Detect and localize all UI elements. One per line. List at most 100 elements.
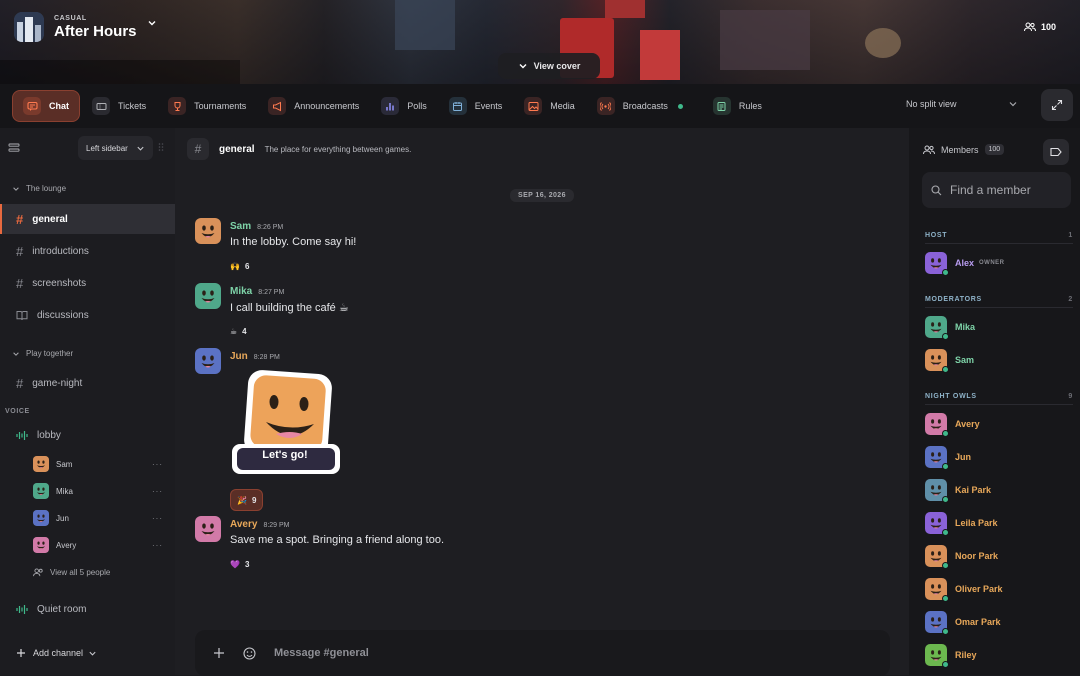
reaction-chip[interactable]: ☕ 4 [224,320,253,342]
drag-handle-icon[interactable] [158,142,164,152]
avatar[interactable] [195,218,221,244]
reaction-emoji: ☕ [230,326,238,336]
banner-sign [395,0,455,50]
channel-general[interactable]: # general [0,204,175,234]
member-tags-button[interactable] [1043,139,1069,165]
sidebar-layout-select[interactable]: Left sidebar [78,136,153,160]
hash-icon: # [16,375,24,391]
voice-user[interactable]: Jun ··· [33,508,163,528]
sticker-lets-go[interactable]: Let's go! [230,370,340,476]
member-item[interactable]: Jun [925,446,972,470]
member-item[interactable]: Leila Park [925,512,998,536]
member-name: Riley [955,650,977,660]
member-item[interactable]: Riley [925,644,977,668]
avatar [925,611,949,635]
hash-icon: # [16,243,24,259]
users-icon [1023,22,1036,32]
category-the-lounge[interactable]: The lounge [12,184,66,193]
member-item[interactable]: Kai Park [925,479,991,503]
message-author[interactable]: Mika [230,286,252,297]
member-item[interactable]: Noor Park [925,545,998,569]
channel-introductions[interactable]: # introductions [0,236,175,266]
member-item[interactable]: Alex OWNER [925,252,1005,276]
member-item[interactable]: Mika [925,316,975,340]
chevron-down-icon [88,649,97,658]
avatar [33,483,49,499]
category-play-together[interactable]: Play together [12,349,73,358]
view-all-label: View all 5 people [50,567,111,577]
channel-screenshots[interactable]: # screenshots [0,268,175,298]
tab-rules[interactable]: Rules [703,90,772,122]
chat-panel: # general The place for everything betwe… [175,128,909,676]
avatar [925,644,949,668]
more-options-icon[interactable]: ··· [152,541,163,550]
voice-channel-lobby[interactable]: lobby [0,420,175,450]
member-count[interactable]: 100 [1023,22,1056,32]
trophy-icon [168,97,187,115]
tab-tickets[interactable]: Tickets [82,90,156,122]
message-text: In the lobby. Come say hi! [230,236,357,248]
banner-shadow [0,60,240,84]
member-name: Jun [955,452,972,462]
server-header[interactable]: CASUAL After Hours [14,12,157,42]
members-header: Members 100 [923,144,1005,155]
banner-sign [865,28,901,58]
split-view-select[interactable]: No split view [906,99,1018,109]
tab-announcements[interactable]: Announcements [258,90,369,122]
users-icon [923,145,935,155]
member-search-input[interactable]: Find a member [922,172,1071,208]
expand-button[interactable] [1041,89,1073,121]
split-view-label: No split view [906,99,957,109]
avatar[interactable] [195,283,221,309]
more-options-icon[interactable]: ··· [152,460,163,469]
message-timestamp: 8:28 PM [253,354,280,361]
more-options-icon[interactable]: ··· [152,514,163,523]
message-author[interactable]: Avery [230,519,257,530]
chevron-down-icon [1008,99,1018,109]
reaction-chip[interactable]: 💜 3 [224,553,255,575]
emoji-icon[interactable] [243,646,256,660]
voice-channel-quiet-room[interactable]: Quiet room [0,594,175,624]
member-item[interactable]: Omar Park [925,611,1001,635]
plus-icon[interactable] [213,647,225,659]
menu-icon[interactable] [8,142,20,154]
members-count: 100 [984,144,1005,155]
member-item[interactable]: Avery [925,413,980,437]
online-status-indicator [942,661,949,668]
message-author[interactable]: Jun [230,351,248,362]
member-item[interactable]: Sam [925,349,974,373]
chevron-down-icon[interactable] [147,18,157,28]
tab-chat[interactable]: Chat [12,90,80,122]
tab-label: Broadcasts [622,101,668,111]
bar-chart-icon [381,97,400,115]
online-status-indicator [942,366,949,373]
channel-label: Quiet room [37,603,87,615]
tab-broadcasts[interactable]: Broadcasts [587,90,693,122]
message-author[interactable]: Sam [230,221,251,232]
voice-user[interactable]: Avery ··· [33,535,163,555]
reaction-chip[interactable]: 🎉 9 [230,489,264,511]
avatar[interactable] [195,516,221,542]
avatar [925,578,949,602]
channel-header: # general The place for everything betwe… [187,138,411,160]
channel-discussions[interactable]: discussions [0,300,175,330]
avatar[interactable] [195,348,221,374]
message-input[interactable]: Message #general [274,647,369,659]
more-options-icon[interactable]: ··· [152,487,163,496]
view-all-people-link[interactable]: View all 5 people [33,562,163,582]
voice-user-name: Jun [56,513,69,523]
reaction-chip[interactable]: 🙌 6 [224,255,255,277]
tab-polls[interactable]: Polls [371,90,437,122]
message-composer: Message #general [195,630,890,676]
add-channel-button[interactable]: Add channel [0,638,175,668]
book-icon [16,310,28,321]
member-item[interactable]: Oliver Park [925,578,1003,602]
channel-game-night[interactable]: # game-night [0,368,175,398]
tab-media[interactable]: Media [514,90,585,122]
member-count-value: 100 [1040,22,1056,32]
tab-events[interactable]: Events [439,90,513,122]
tab-tournaments[interactable]: Tournaments [158,90,256,122]
voice-user[interactable]: Sam ··· [33,454,163,474]
view-cover-button[interactable]: View cover [498,53,600,79]
voice-user[interactable]: Mika ··· [33,481,163,501]
